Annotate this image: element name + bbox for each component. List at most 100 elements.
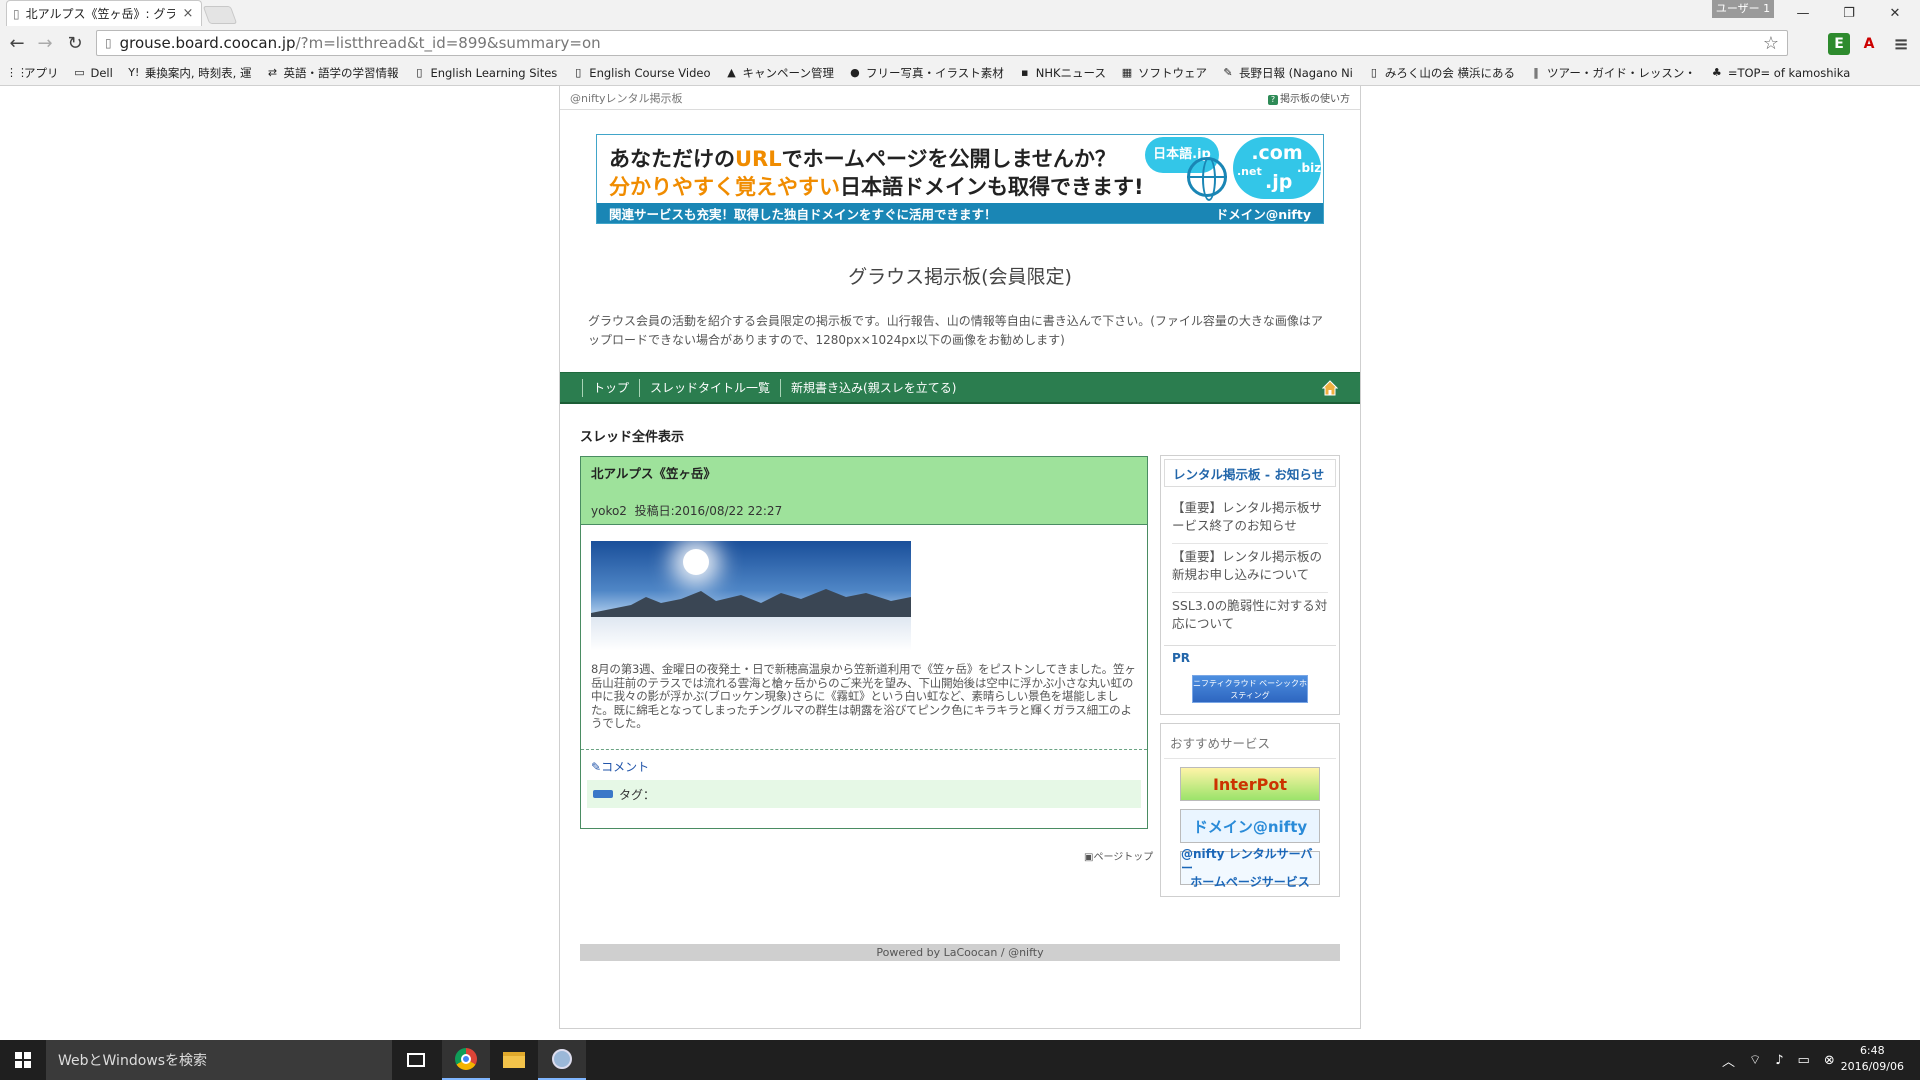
bookmark-item[interactable]: ▦ ソフトウェア <box>1120 65 1207 81</box>
bookmarks-bar: ⋮⋮ アプリ ▭ Dell Y! 乗換案内, 時刻表, 運 ⇄ 英語・語学の学習情報 ▯ Engl… <box>0 60 1920 86</box>
input-icon[interactable]: ▭ <box>1798 1053 1810 1068</box>
chevron-up-icon[interactable]: ︿ <box>1722 1051 1735 1070</box>
bookmark-icon: ⋮⋮ <box>6 66 28 79</box>
notice-item[interactable]: 【重要】レンタル掲示板の新規お申し込みについて <box>1172 544 1328 593</box>
bookmark-icon: ♣ <box>1711 66 1722 79</box>
bookmark-item[interactable]: ● フリー写真・イラスト素材 <box>848 65 1004 81</box>
browser-titlebar: ▯ 北アルプス《笠ヶ岳》: グラウ × ユーザー 1 — ❐ ✕ <box>0 0 1920 26</box>
app-taskbar-icon[interactable] <box>538 1040 586 1080</box>
bookmark-label: 長野日報 (Nagano Ni <box>1238 65 1353 80</box>
tab-close-icon[interactable]: × <box>181 6 195 21</box>
bookmark-icon: Y! <box>128 66 140 79</box>
bookmark-icon: ▦ <box>1121 66 1133 79</box>
chrome-menu-icon[interactable]: ≡ <box>1890 33 1912 55</box>
address-bar[interactable]: ▯ grouse.board.coocan.jp/?m=listthread&t… <box>96 30 1788 56</box>
back-icon[interactable]: ← <box>4 30 30 56</box>
help-icon: ? <box>1268 95 1278 105</box>
howto-link[interactable]: ? 掲示板の使い方 <box>1268 90 1350 105</box>
globe-icon <box>1187 157 1227 201</box>
bookmark-label: フリー写真・イラスト素材 <box>865 65 1004 80</box>
sun-in-photo <box>683 549 709 575</box>
home-icon[interactable] <box>1322 380 1338 396</box>
minimize-icon[interactable]: — <box>1780 0 1826 26</box>
tab-title: 北アルプス《笠ヶ岳》: グラウ <box>25 7 175 21</box>
homepage-service-banner[interactable]: @nifty レンタルサーバー ホームページサービス <box>1180 847 1320 889</box>
board-container: @niftyレンタル掲示板 ? 掲示板の使い方 あなただけのURLでホームページを… <box>559 86 1361 1029</box>
page-top-link[interactable]: ▣ページトップ <box>1084 848 1153 863</box>
bookmark-item[interactable]: ♣ =TOP= of kamoshika <box>1710 66 1850 80</box>
bookmark-label: アプリ <box>24 65 59 80</box>
notification-icon[interactable]: ⊗ <box>1824 1053 1835 1068</box>
extension-acrobat-icon[interactable]: A <box>1858 33 1880 55</box>
interpot-banner[interactable]: InterPot <box>1180 767 1320 801</box>
cloud-sea <box>591 617 911 651</box>
bookmark-star-icon[interactable]: ☆ <box>1763 33 1779 54</box>
bookmark-item[interactable]: ⇄ 英語・語学の学習情報 <box>265 65 399 81</box>
forward-icon[interactable]: → <box>32 30 58 56</box>
thread-body: 8月の第3週、金曜日の夜発土・日で新穂高温泉から笠新道利用で《笠ヶ岳》をピストン… <box>591 662 1136 730</box>
page-viewport: @niftyレンタル掲示板 ? 掲示板の使い方 あなただけのURLでホームページを… <box>0 86 1920 1040</box>
thread-post: 北アルプス《笠ヶ岳》 yoko2 投稿日:2016/08/22 22:27 8月… <box>580 456 1148 829</box>
mountain-photo[interactable] <box>591 541 911 651</box>
page-info-icon[interactable]: ▯ <box>105 36 112 50</box>
start-button[interactable] <box>0 1040 46 1080</box>
notice-item[interactable]: 【重要】レンタル掲示板サービス終了のお知らせ <box>1172 495 1328 544</box>
bookmark-icon: ⇄ <box>267 66 278 79</box>
bookmark-item[interactable]: ⋮⋮ アプリ <box>6 65 59 81</box>
bookmark-icon: ▪ <box>1021 66 1029 79</box>
ad-banner[interactable]: あなただけのURLでホームページを公開しませんか？ 分かりやすく覚えやすい日本語… <box>596 134 1324 224</box>
chrome-taskbar-icon[interactable] <box>442 1040 490 1080</box>
bookmark-item[interactable]: ▭ Dell <box>73 66 113 80</box>
thread-author: yoko2 <box>591 504 627 518</box>
ad-cloud-domains: .com .net .jp .biz <box>1233 137 1321 199</box>
bookmark-label: English Course Video <box>589 65 711 80</box>
taskbar-clock[interactable]: 6:48 2016/09/06 <box>1841 1043 1904 1075</box>
restore-icon[interactable]: ❐ <box>1826 0 1872 26</box>
browser-tab[interactable]: ▯ 北アルプス《笠ヶ岳》: グラウ × <box>6 0 202 26</box>
bookmark-item[interactable]: ‖ ツアー・ガイド・レッスン・ <box>1529 65 1696 81</box>
board-description: グラウス会員の活動を紹介する会員限定の掲示板です。山行報告、山の情報等自由に書き… <box>588 314 1323 347</box>
nav-thread-list[interactable]: スレッドタイトル一覧 <box>639 378 780 397</box>
bookmark-item[interactable]: ✎ 長野日報 (Nagano Ni <box>1221 65 1353 81</box>
ad-bottom-bar: 関連サービスも充実！取得した独自ドメインをすぐに活用できます！ ドメイン@nif… <box>597 203 1323 223</box>
bookmark-item[interactable]: ▯ English Learning Sites <box>412 66 557 80</box>
nav-new-post[interactable]: 新規書き込み(親スレを立てる) <box>780 378 966 397</box>
pr-heading: PR <box>1164 645 1336 669</box>
tag-icon <box>593 790 613 798</box>
bookmark-label: みろく山の会 横浜にある <box>1384 65 1516 80</box>
reload-icon[interactable]: ↻ <box>62 30 88 56</box>
nav-top[interactable]: トップ <box>582 378 639 397</box>
bookmark-icon: ▯ <box>1370 66 1377 79</box>
tag-row: タグ： <box>587 780 1141 808</box>
bookmark-label: キャンペーン管理 <box>742 65 834 80</box>
close-window-icon[interactable]: ✕ <box>1872 0 1918 26</box>
bookmark-label: 英語・語学の学習情報 <box>283 65 399 80</box>
comment-link[interactable]: ✎コメント <box>591 758 649 775</box>
pr-banner[interactable]: ニフティクラウド ベーシックホスティング <box>1192 675 1308 703</box>
notice-item[interactable]: SSL3.0の脆弱性に対する対応について <box>1172 593 1328 641</box>
profile-button[interactable]: ユーザー 1 <box>1712 0 1774 18</box>
sidebar: レンタル掲示板 - お知らせ 【重要】レンタル掲示板サービス終了のお知らせ 【重… <box>1160 455 1340 905</box>
bookmark-item[interactable]: Y! 乗換案内, 時刻表, 運 <box>127 65 251 81</box>
board-header: @niftyレンタル掲示板 ? 掲示板の使い方 <box>560 86 1360 110</box>
file-explorer-icon[interactable] <box>490 1040 538 1080</box>
board-navbar: トップ スレッドタイトル一覧 新規書き込み(親スレを立てる) <box>560 372 1360 404</box>
bookmark-icon: ● <box>850 66 860 79</box>
task-view-icon[interactable] <box>392 1040 440 1080</box>
bookmark-item[interactable]: ▯ みろく山の会 横浜にある <box>1367 65 1515 81</box>
board-title: グラウス掲示板(会員限定) <box>848 266 1072 288</box>
thread-title[interactable]: 北アルプス《笠ヶ岳》 <box>591 463 1137 482</box>
ad-subline: 分かりやすく覚えやすい日本語ドメインも取得できます! <box>609 175 1144 199</box>
volume-icon[interactable]: ♪ <box>1775 1053 1783 1068</box>
bookmark-item[interactable]: ▲ キャンペーン管理 <box>725 65 834 81</box>
powered-by: Powered by LaCoocan / @nifty <box>580 944 1340 961</box>
domain-nifty-banner[interactable]: ドメイン@nifty <box>1180 809 1320 843</box>
bookmark-item[interactable]: ▪ NHKニュース <box>1018 65 1106 81</box>
bookmark-icon: ▭ <box>74 66 85 79</box>
bookmark-label: NHKニュース <box>1035 65 1106 80</box>
bookmark-item[interactable]: ▯ English Course Video <box>571 66 710 80</box>
network-icon[interactable]: ⌔ <box>1749 1052 1761 1068</box>
extension-evernote-icon[interactable]: E <box>1828 33 1850 55</box>
new-tab-button[interactable] <box>202 6 238 24</box>
taskbar-search[interactable]: WebとWindowsを検索 <box>46 1040 392 1080</box>
